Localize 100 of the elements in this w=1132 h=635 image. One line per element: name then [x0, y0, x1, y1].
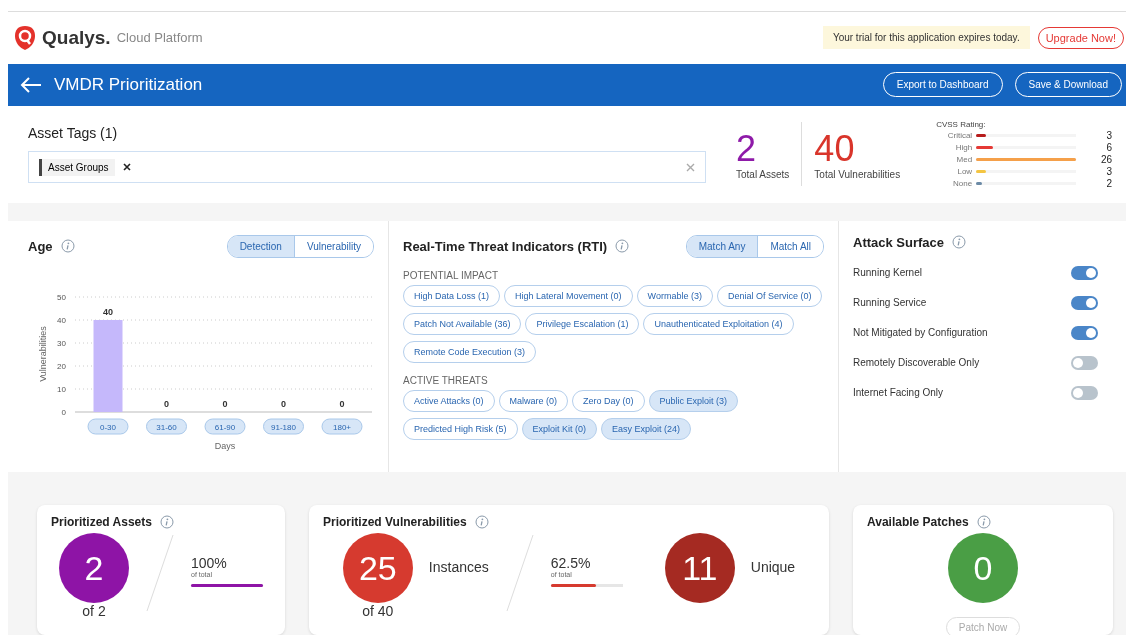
severity-count: 3	[1105, 129, 1112, 141]
x-tick-label: 180+	[332, 422, 352, 432]
total-label: Total Vulnerabilities	[814, 168, 901, 180]
filter-chip[interactable]: High Data Loss (1)	[403, 284, 501, 307]
switch-label: Running Service	[853, 297, 927, 309]
total-count: 40	[814, 128, 856, 169]
info-icon[interactable]	[60, 239, 75, 254]
filter-chip[interactable]: Patch Not Available (36)	[403, 312, 522, 335]
category-pill[interactable]: 31-60	[146, 418, 187, 435]
category-pill[interactable]: 180+	[321, 418, 363, 435]
filter-chip[interactable]: Active Attacks (0)	[403, 389, 495, 412]
toggle-option[interactable]: Detection	[227, 235, 294, 257]
count-circle: 11	[664, 533, 735, 603]
x-tick-label: 61-90	[214, 422, 236, 432]
clear-icon[interactable]	[686, 162, 695, 172]
info-icon[interactable]	[159, 515, 174, 529]
info-icon[interactable]	[474, 515, 489, 529]
card-title: Prioritized Vulnerabilities	[323, 515, 467, 529]
count-subtitle: of 2	[82, 603, 106, 619]
tick-label: 50	[57, 292, 66, 302]
filter-chip[interactable]: Easy Exploit (24)	[601, 417, 692, 440]
filter-chip[interactable]: Malware (0)	[498, 389, 569, 412]
card-title: Available Patches	[867, 515, 969, 529]
panel-title: Real-Time Threat Indicators (RTI)	[403, 238, 608, 254]
severity-count: 3	[1105, 165, 1112, 177]
product-name: Cloud Platform	[116, 30, 203, 46]
severity-label: Critical	[946, 130, 973, 140]
axis-title: Vulnerabilities	[38, 325, 48, 382]
filter-chip[interactable]: Denial Of Service (0)	[716, 284, 823, 307]
filter-chip[interactable]: Predicted High Risk (5)	[403, 417, 518, 440]
panel-title: Attack Surface	[853, 234, 945, 250]
x-tick-label: 91-180	[271, 422, 297, 432]
panel-title: Age	[28, 238, 53, 254]
remove-icon[interactable]	[122, 163, 131, 172]
cvss-title: CVSS Rating:	[935, 119, 987, 129]
switch-label: Running Kernel	[853, 267, 922, 279]
card-title: Prioritized Assets	[51, 515, 152, 529]
filter-chip[interactable]: Privilege Escalation (1)	[525, 312, 640, 335]
tick-label: 0	[61, 407, 66, 417]
tick-label: 30	[57, 338, 66, 348]
filter-chip[interactable]: High Lateral Movement (0)	[504, 284, 633, 307]
data-label: 0	[339, 398, 345, 409]
switch-label: Not Mitigated by Configuration	[853, 327, 988, 339]
filter-chip[interactable]: Public Exploit (3)	[648, 389, 739, 412]
trial-notice: Your trial for this application expires today.	[822, 26, 1030, 50]
category-pill[interactable]: 61-90	[204, 418, 246, 435]
filter-chip[interactable]: Unauthenticated Exploitation (4)	[643, 312, 794, 335]
back-arrow-icon[interactable]	[20, 76, 42, 93]
data-label: 0	[164, 398, 169, 409]
toggle-switch[interactable]	[1071, 265, 1098, 280]
x-tick-label: 0-30	[99, 422, 117, 432]
switch-label: Internet Facing Only	[853, 387, 944, 399]
severity-label: None	[952, 178, 973, 188]
severity-count: 2	[1105, 177, 1112, 189]
count-circle: 0	[948, 533, 1018, 603]
info-icon[interactable]	[615, 239, 630, 254]
severity-label: High	[954, 142, 973, 152]
toggle-switch[interactable]	[1071, 355, 1098, 370]
switch-label: Remotely Discoverable Only	[853, 357, 980, 369]
toggle-option[interactable]: Match All	[757, 235, 823, 257]
tick-label: 40	[57, 315, 66, 325]
severity-count: 26	[1099, 153, 1112, 165]
tag-input-field[interactable]: Asset Groups	[28, 151, 706, 184]
percent-value: 62.5%	[550, 555, 592, 571]
category-pill[interactable]: 91-180	[263, 418, 304, 435]
brand-name: Qualys.	[42, 26, 111, 49]
total-count: 2	[736, 128, 758, 169]
axis-title: Days	[214, 440, 236, 451]
count-subtitle: of 40	[362, 603, 394, 619]
count-label: Unique	[750, 559, 796, 575]
section-title: Asset Tags (1)	[28, 125, 119, 142]
toggle-switch[interactable]	[1071, 385, 1098, 400]
filter-chip[interactable]: Zero Day (0)	[572, 389, 645, 412]
toggle-switch[interactable]	[1071, 325, 1098, 340]
severity-label: Med	[955, 154, 973, 164]
toggle-option[interactable]: Match Any	[686, 235, 758, 257]
x-tick-label: 31-60	[156, 422, 178, 432]
tick-label: 20	[57, 361, 66, 371]
filter-chip[interactable]: Exploit Kit (0)	[521, 417, 598, 440]
filter-chip[interactable]: Wormable (3)	[636, 284, 713, 307]
total-label: Total Assets	[736, 168, 790, 180]
data-label: 0	[281, 398, 286, 409]
count-circle: 25	[342, 533, 413, 603]
category-pill[interactable]: 0-30	[87, 418, 129, 435]
filter-chip[interactable]: Remote Code Execution (3)	[403, 340, 537, 363]
percent-value: 100%	[191, 555, 228, 571]
logo-icon	[14, 24, 36, 51]
count-label: Instances	[428, 559, 489, 575]
page-title: VMDR Prioritization	[54, 74, 204, 95]
data-label: 0	[222, 398, 228, 409]
info-icon[interactable]	[952, 235, 967, 250]
upgrade-button[interactable]: Upgrade Now!	[1037, 26, 1124, 49]
tag-chip: Asset Groups	[39, 158, 115, 176]
info-icon[interactable]	[976, 515, 991, 529]
data-label: 40	[103, 306, 113, 317]
toggle-switch[interactable]	[1071, 295, 1098, 310]
group-title: ACTIVE THREATS	[403, 374, 489, 386]
toggle-option[interactable]: Vulnerability	[293, 235, 373, 257]
count-circle: 2	[59, 533, 129, 603]
group-title: POTENTIAL IMPACT	[403, 269, 499, 281]
